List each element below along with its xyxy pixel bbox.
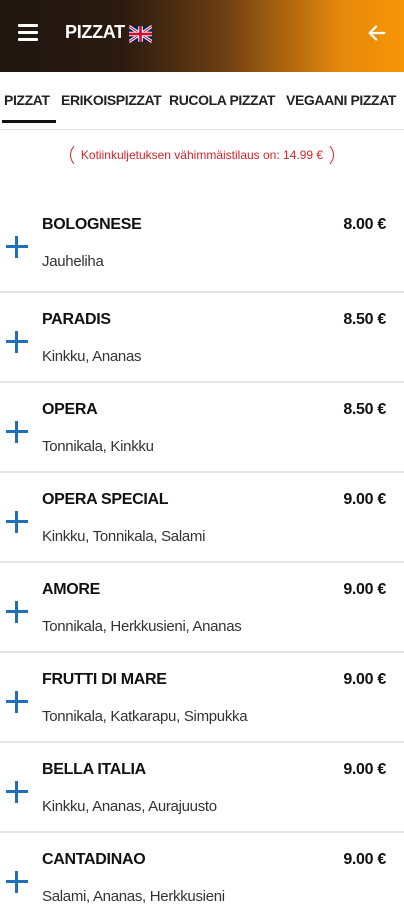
item-name: BOLOGNESE <box>42 216 142 233</box>
item-description: Tonnikala, Katkarapu, Simpukka <box>42 708 248 725</box>
item-price: 9.00 € <box>343 671 386 688</box>
pizza-list: BOLOGNESE Jauheliha 8.00 € PARADIS Kinkk… <box>0 198 404 923</box>
tab-vegaani-pizzat[interactable]: VEGAANI PIZZAT <box>286 92 396 108</box>
plus-icon[interactable] <box>6 691 28 713</box>
item-name: FRUTTI DI MARE <box>42 671 167 688</box>
item-name: PARADIS <box>42 311 111 328</box>
plus-icon[interactable] <box>6 236 28 258</box>
list-item[interactable]: AMORE Tonnikala, Herkkusieni, Ananas 9.0… <box>0 563 404 653</box>
list-item[interactable]: OPERA SPECIAL Kinkku, Tonnikala, Salami … <box>0 473 404 563</box>
plus-icon[interactable] <box>6 331 28 353</box>
plus-icon[interactable] <box>6 871 28 893</box>
item-description: Kinkku, Ananas, Aurajuusto <box>42 798 217 815</box>
tab-erikoispizzat[interactable]: ERIKOISPIZZAT <box>61 92 162 108</box>
divider <box>0 129 404 130</box>
item-description: Salami, Ananas, Herkkusieni <box>42 888 225 905</box>
tab-rucola-pizzat[interactable]: RUCOLA PIZZAT <box>169 92 275 108</box>
item-price: 8.50 € <box>343 401 386 418</box>
tab-pizzat[interactable]: PIZZAT <box>4 92 50 108</box>
list-item[interactable]: PARADIS Kinkku, Ananas 8.50 € <box>0 293 404 383</box>
item-description: Kinkku, Tonnikala, Salami <box>42 528 206 545</box>
item-name: BELLA ITALIA <box>42 761 146 778</box>
active-tab-indicator <box>2 120 56 123</box>
uk-flag-icon[interactable] <box>129 24 152 44</box>
item-price: 9.00 € <box>343 761 386 778</box>
notice-text: Kotiinkuljetuksen vähimmäistilaus on: 14… <box>69 142 335 168</box>
list-item[interactable]: BELLA ITALIA Kinkku, Ananas, Aurajuusto … <box>0 743 404 833</box>
item-name: OPERA <box>42 401 98 418</box>
category-tabs: PIZZAT ERIKOISPIZZAT RUCOLA PIZZAT VEGAA… <box>0 72 404 130</box>
item-price: 9.00 € <box>343 851 386 868</box>
list-item[interactable]: FRUTTI DI MARE Tonnikala, Katkarapu, Sim… <box>0 653 404 743</box>
item-name: AMORE <box>42 581 101 598</box>
item-name: CANTADINAO <box>42 851 146 868</box>
list-item[interactable]: BOLOGNESE Jauheliha 8.00 € <box>0 198 404 293</box>
list-item[interactable]: CANTADINAO Salami, Ananas, Herkkusieni 9… <box>0 833 404 923</box>
item-description: Jauheliha <box>42 253 104 270</box>
arrow-back-icon[interactable] <box>366 22 388 44</box>
item-price: 9.00 € <box>343 491 386 508</box>
minimum-order-notice: Kotiinkuljetuksen vähimmäistilaus on: 14… <box>0 142 404 168</box>
item-description: Kinkku, Ananas <box>42 348 142 365</box>
item-price: 8.50 € <box>343 311 386 328</box>
item-price: 9.00 € <box>343 581 386 598</box>
page-title: PIZZAT <box>65 22 125 42</box>
plus-icon[interactable] <box>6 421 28 443</box>
hamburger-menu-icon[interactable] <box>18 24 38 44</box>
app-header: PIZZAT <box>0 0 404 72</box>
item-price: 8.00 € <box>343 216 386 233</box>
item-description: Tonnikala, Herkkusieni, Ananas <box>42 618 242 635</box>
item-description: Tonnikala, Kinkku <box>42 438 154 455</box>
plus-icon[interactable] <box>6 781 28 803</box>
list-item[interactable]: OPERA Tonnikala, Kinkku 8.50 € <box>0 383 404 473</box>
item-name: OPERA SPECIAL <box>42 491 169 508</box>
plus-icon[interactable] <box>6 601 28 623</box>
plus-icon[interactable] <box>6 511 28 533</box>
